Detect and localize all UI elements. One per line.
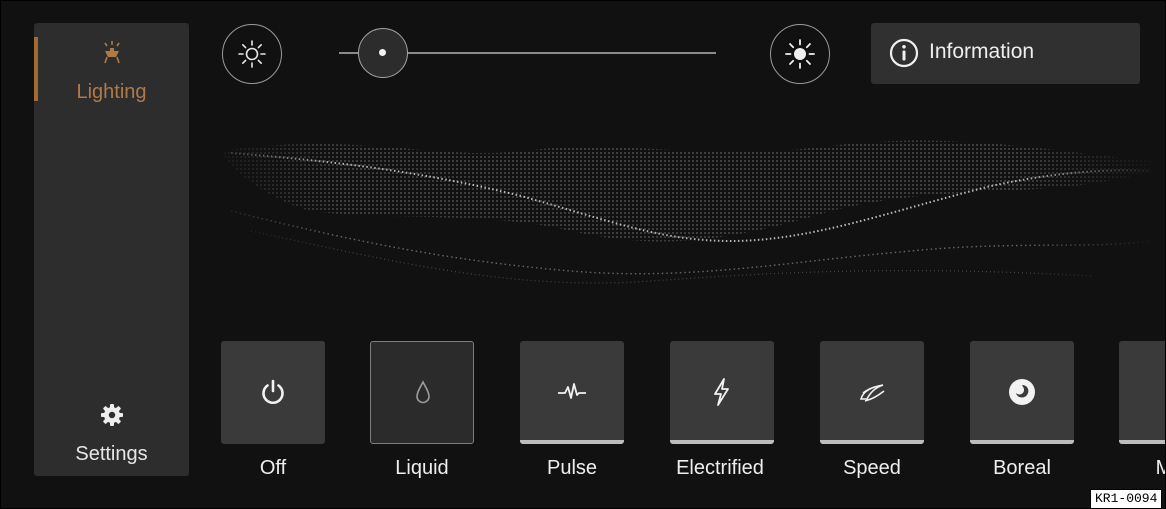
- brightness-decrease-button[interactable]: [222, 24, 282, 84]
- pulse-icon: [558, 383, 586, 399]
- mode-partial-button[interactable]: [1119, 341, 1166, 444]
- mode-indicator-bar: [820, 440, 924, 444]
- mode-indicator-bar: [670, 440, 774, 444]
- sidebar: Lighting Settings: [34, 23, 189, 476]
- mode-indicator-bar: [520, 440, 624, 444]
- app-screen: Lighting Settings Information Off Liquid…: [0, 0, 1166, 509]
- mode-pulse-button[interactable]: [520, 341, 624, 444]
- particle-wave-graphic: [221, 140, 1152, 284]
- brightness-high-icon: [785, 39, 815, 69]
- boreal-icon: [1009, 379, 1035, 405]
- mode-label: Off: [259, 457, 287, 479]
- person-icon: [1156, 377, 1166, 407]
- mode-label: Electrified: [676, 457, 764, 479]
- mode-off-button[interactable]: [221, 341, 325, 444]
- information-label: Information: [929, 40, 1035, 63]
- power-icon: [262, 379, 284, 404]
- reference-code: KR1-0094: [1090, 489, 1163, 508]
- mode-indicator-bar: [970, 440, 1074, 444]
- mode-label: Liquid: [395, 457, 449, 479]
- lightning-icon: [714, 378, 729, 406]
- mode-label: Pulse: [546, 457, 598, 479]
- brightness-slider-handle[interactable]: [358, 28, 408, 78]
- sidebar-item-label: Settings: [75, 443, 148, 465]
- information-button[interactable]: Information: [871, 23, 1140, 84]
- slider-dot: [379, 49, 386, 56]
- sidebar-item-lighting[interactable]: Lighting: [34, 37, 189, 123]
- mode-electrified-button[interactable]: [670, 341, 774, 444]
- droplet-icon: [416, 380, 430, 404]
- speed-icon: [859, 384, 885, 402]
- sidebar-item-settings[interactable]: Settings: [34, 401, 189, 471]
- brightness-low-icon: [238, 40, 266, 68]
- mode-liquid-button[interactable]: [370, 341, 474, 444]
- sidebar-item-label: Lighting: [76, 81, 147, 103]
- mode-label: Speed: [843, 457, 901, 479]
- lamp-icon: [104, 41, 120, 64]
- mode-label: M: [1089, 457, 1165, 480]
- mode-indicator-bar: [1119, 440, 1165, 444]
- info-icon: [889, 38, 919, 68]
- gear-icon: [101, 404, 123, 426]
- mode-label: Boreal: [993, 457, 1051, 479]
- mode-speed-button[interactable]: [820, 341, 924, 444]
- brightness-increase-button[interactable]: [770, 24, 830, 84]
- mode-boreal-button[interactable]: [970, 341, 1074, 444]
